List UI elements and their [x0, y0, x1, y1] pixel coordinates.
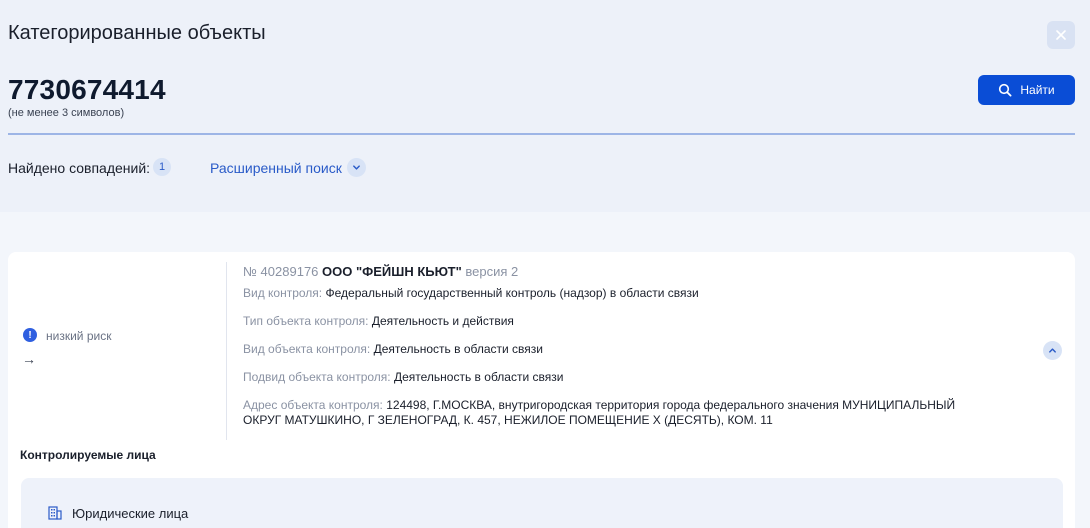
matches-count-badge: 1 — [153, 158, 171, 176]
field-value: Деятельность и действия — [371, 314, 514, 328]
chevron-down-icon — [353, 165, 360, 170]
field-label: Подвид объекта контроля: — [243, 370, 391, 384]
field-label: Вид контроля: — [243, 286, 323, 300]
field-label: Тип объекта контроля: — [243, 314, 369, 328]
advanced-search-link[interactable]: Расширенный поиск — [210, 160, 342, 176]
field-value: Деятельность в области связи — [393, 370, 564, 384]
field-value: 124498, Г.МОСКВА, внутригородская террит… — [386, 398, 956, 412]
chevron-up-icon — [1049, 348, 1056, 353]
field-object-kind: Вид объекта контроля: Деятельность в обл… — [243, 342, 543, 356]
find-button[interactable]: Найти — [978, 75, 1075, 105]
card-divider — [226, 262, 227, 440]
search-hint: (не менее 3 символов) — [8, 107, 125, 119]
open-object-arrow[interactable]: → — [22, 351, 36, 367]
object-number: № 40289176 — [243, 264, 319, 279]
object-heading[interactable]: № 40289176 ООО "ФЕЙШН КЬЮТ" версия 2 — [243, 264, 518, 279]
find-button-label: Найти — [1020, 83, 1055, 97]
field-object-type: Тип объекта контроля: Деятельность и дей… — [243, 314, 514, 328]
field-address: Адрес объекта контроля: 124498, Г.МОСКВА… — [243, 398, 955, 412]
field-label: Адрес объекта контроля: — [243, 398, 383, 412]
field-value: ОКРУГ МАТУШКИНО, Г ЗЕЛЕНОГРАД, К. 457, Н… — [243, 413, 773, 427]
field-object-subkind: Подвид объекта контроля: Деятельность в … — [243, 370, 563, 384]
risk-label: низкий риск — [46, 329, 112, 343]
search-icon — [999, 83, 1012, 97]
info-icon: ! — [23, 328, 37, 342]
controlled-persons-title: Контролируемые лица — [20, 448, 156, 462]
advanced-search-toggle[interactable] — [347, 158, 366, 177]
field-value: Деятельность в области связи — [373, 342, 544, 356]
page-title: Категорированные объекты — [8, 22, 266, 44]
field-address-line2: ОКРУГ МАТУШКИНО, Г ЗЕЛЕНОГРАД, К. 457, Н… — [243, 413, 773, 427]
field-label: Вид объекта контроля: — [243, 342, 371, 356]
building-icon — [48, 506, 62, 520]
field-control-type: Вид контроля: Федеральный государственны… — [243, 286, 699, 300]
close-icon — [1056, 30, 1066, 40]
search-underline — [8, 133, 1075, 135]
search-input[interactable]: 7730674414 — [8, 74, 166, 106]
matches-label: Найдено совпадений: — [8, 160, 151, 176]
field-value: Федеральный государственный контроль (на… — [325, 286, 699, 300]
close-button[interactable] — [1047, 21, 1075, 49]
legal-entities-label[interactable]: Юридические лица — [72, 506, 188, 521]
object-name: ООО "ФЕЙШН КЬЮТ" — [322, 264, 462, 279]
object-version: версия 2 — [465, 264, 519, 279]
collapse-button[interactable] — [1043, 341, 1062, 360]
